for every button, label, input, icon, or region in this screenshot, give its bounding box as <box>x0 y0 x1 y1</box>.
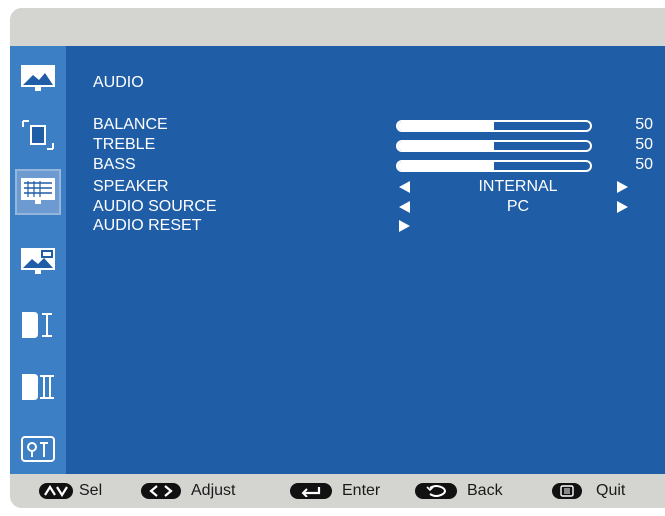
audio-source-right-arrow-icon[interactable] <box>617 201 628 213</box>
audio-reset-arrow-icon[interactable] <box>399 220 410 232</box>
treble-slider[interactable] <box>396 140 592 152</box>
enter-icon <box>290 483 332 499</box>
top-bar <box>10 8 665 46</box>
balance-label: BALANCE <box>93 116 168 133</box>
treble-slider-fill <box>398 142 494 150</box>
config-two-icon[interactable] <box>15 364 61 410</box>
left-right-icon <box>141 483 181 499</box>
treble-row[interactable]: TREBLE 50 <box>93 137 653 157</box>
balance-slider[interactable] <box>396 120 592 132</box>
audio-source-label: AUDIO SOURCE <box>93 198 217 215</box>
back-label: Back <box>467 482 503 499</box>
adjust-hint: Adjust <box>141 474 235 508</box>
bass-label: BASS <box>93 156 136 173</box>
enter-hint: Enter <box>290 474 380 508</box>
treble-label: TREBLE <box>93 136 156 153</box>
picture-icon[interactable] <box>15 56 61 102</box>
audio-source-option: PC <box>506 198 530 215</box>
audio-reset-label: AUDIO RESET <box>93 217 202 234</box>
osd-menu: AUDIO BALANCE 50 TREBLE 50 BASS 50 SPEAK… <box>10 8 665 508</box>
bass-slider-fill <box>398 162 494 170</box>
speaker-label: SPEAKER <box>93 178 169 195</box>
sel-label: Sel <box>79 482 103 499</box>
audio-source-row[interactable]: AUDIO SOURCE PC <box>93 199 653 219</box>
balance-slider-fill <box>398 122 494 130</box>
footer-hints: Sel Adjust Enter Back Quit <box>10 474 665 508</box>
speaker-left-arrow-icon[interactable] <box>399 181 410 193</box>
menu-icon <box>552 483 582 499</box>
back-icon <box>415 483 457 499</box>
audio-reset-row[interactable]: AUDIO RESET <box>93 218 653 238</box>
bass-value: 50 <box>635 156 653 173</box>
bass-slider[interactable] <box>396 160 592 172</box>
audio-icon[interactable] <box>15 169 61 215</box>
adjust-label: Adjust <box>191 482 236 499</box>
options-icon[interactable] <box>15 426 61 472</box>
sel-hint: Sel <box>39 474 102 508</box>
speaker-row[interactable]: SPEAKER INTERNAL <box>93 179 653 199</box>
pip-icon[interactable] <box>15 239 61 285</box>
up-down-icon <box>39 483 73 499</box>
back-hint: Back <box>415 474 503 508</box>
balance-row[interactable]: BALANCE 50 <box>93 117 653 137</box>
page-title: AUDIO <box>93 74 144 91</box>
speaker-option: INTERNAL <box>478 178 558 195</box>
screen-adjust-icon[interactable] <box>15 112 61 158</box>
audio-panel: AUDIO BALANCE 50 TREBLE 50 BASS 50 SPEAK… <box>66 46 665 474</box>
sidebar <box>10 46 66 474</box>
enter-label: Enter <box>342 482 381 499</box>
audio-source-left-arrow-icon[interactable] <box>399 201 410 213</box>
quit-label: Quit <box>596 482 626 499</box>
config-one-icon[interactable] <box>15 302 61 348</box>
speaker-right-arrow-icon[interactable] <box>617 181 628 193</box>
quit-hint: Quit <box>552 474 625 508</box>
bass-row[interactable]: BASS 50 <box>93 157 653 177</box>
balance-value: 50 <box>635 116 653 133</box>
treble-value: 50 <box>635 136 653 153</box>
